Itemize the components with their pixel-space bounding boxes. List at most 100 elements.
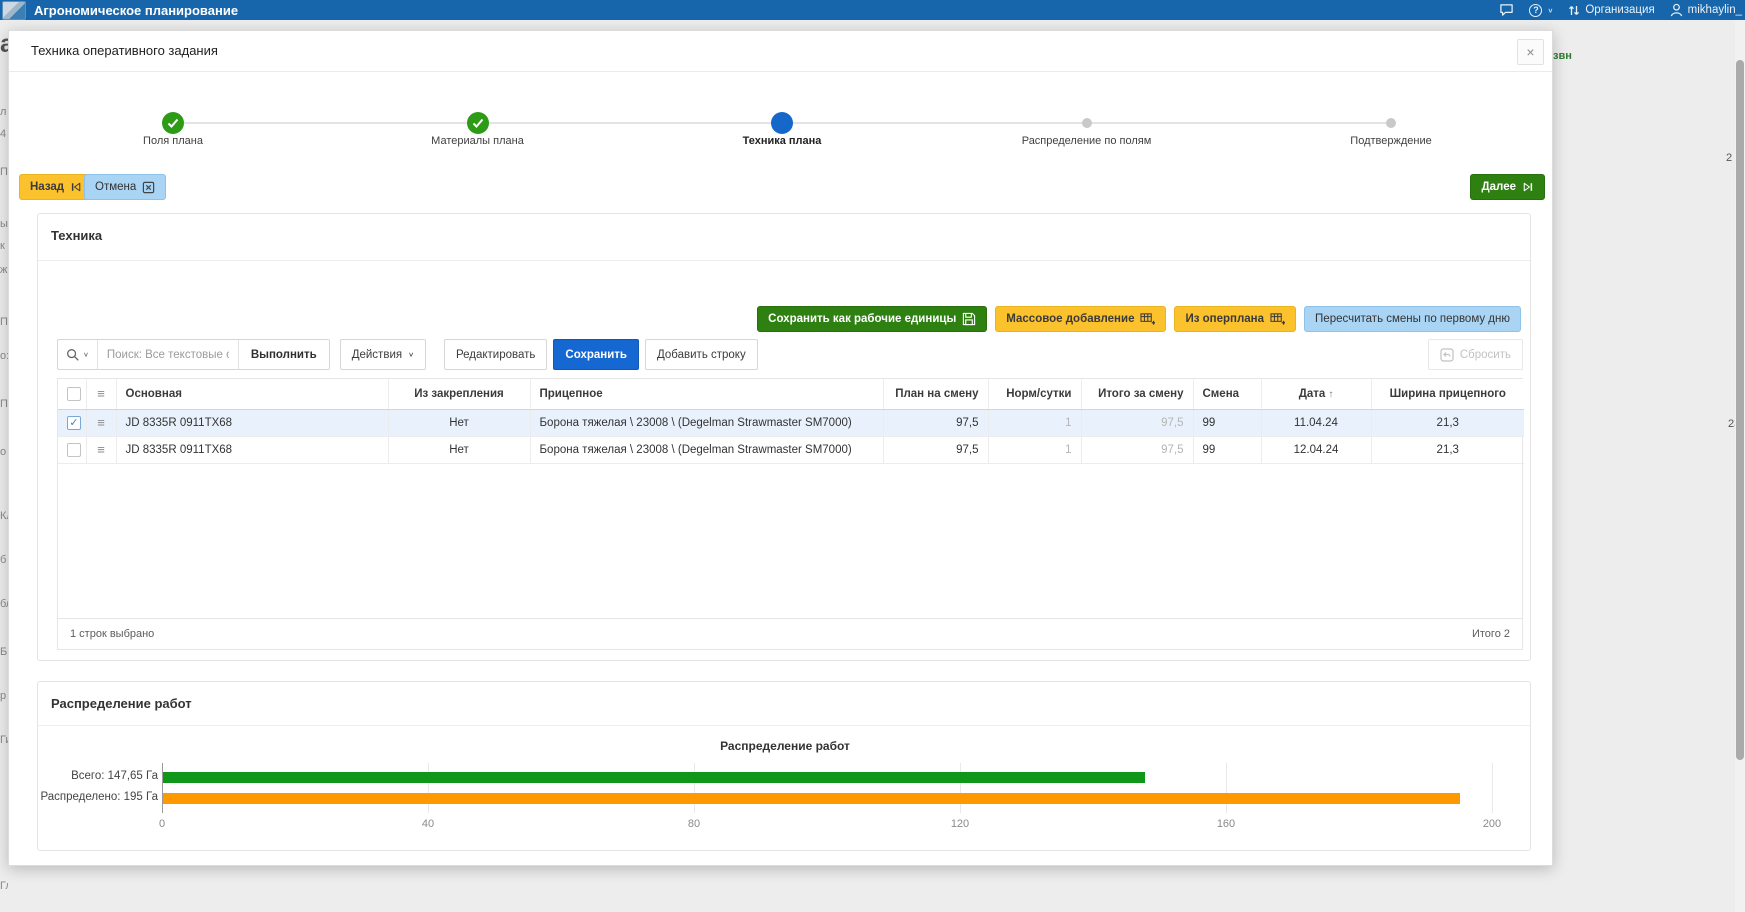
cell-from_assignment[interactable]: Нет <box>388 436 530 463</box>
select-all-header[interactable] <box>58 379 86 409</box>
background-text-fragment: Пе <box>0 316 8 328</box>
chart-gridline <box>1492 763 1493 813</box>
close-icon[interactable]: × <box>1517 39 1544 65</box>
action-label: Из оперплана <box>1185 313 1264 325</box>
cancel-button[interactable]: Отмена <box>84 174 166 200</box>
app-title: Агрономическое планирование <box>34 3 238 18</box>
run-search-button[interactable]: Выполнить <box>238 340 329 369</box>
column-header-3[interactable]: Прицепное <box>530 379 883 409</box>
cell-date[interactable]: 11.04.24 <box>1261 409 1371 436</box>
background-text-fragment: а <box>0 30 8 59</box>
column-header-2[interactable]: Из закрепления <box>388 379 530 409</box>
background-text-fragment: Пе <box>0 398 8 410</box>
scrollbar-thumb[interactable] <box>1736 60 1744 760</box>
page-scrollbar[interactable] <box>1735 20 1745 912</box>
cell-total_per_shift: 97,5 <box>1081 409 1193 436</box>
hamburger-icon: ≡ <box>97 442 105 457</box>
step-done-check-icon <box>467 112 489 134</box>
help-icon: ? <box>1529 4 1542 17</box>
actions-menu-button[interactable]: Действия ∨ <box>340 339 426 370</box>
chat-icon[interactable] <box>1499 3 1514 17</box>
edit-button[interactable]: Редактировать <box>444 339 547 370</box>
column-header-8[interactable]: Дата↑ <box>1261 379 1371 409</box>
grid-save-button[interactable]: Сохранить <box>553 339 639 370</box>
user-menu[interactable]: mikhaylin_ <box>1670 3 1742 17</box>
chart-title: Распределение работ <box>38 739 1532 753</box>
cell-trailer_width[interactable]: 21,3 <box>1371 436 1524 463</box>
hamburger-icon: ≡ <box>97 415 105 430</box>
actions-label: Действия <box>352 349 402 361</box>
add-row-button[interactable]: Добавить строку <box>645 339 758 370</box>
column-header-9[interactable]: Ширина прицепного <box>1371 379 1524 409</box>
action-label: Массовое добавление <box>1006 313 1134 325</box>
save-as-work-units-button[interactable]: Сохранить как рабочие единицы <box>757 306 987 332</box>
tech-actions: Сохранить как рабочие единицы Массовое до… <box>757 306 1521 332</box>
column-header-5[interactable]: Норм/сутки <box>988 379 1081 409</box>
back-button[interactable]: Назад <box>19 174 93 200</box>
recalc-shifts-button[interactable]: Пересчитать смены по первому дню <box>1304 306 1521 332</box>
add-row-label: Добавить строку <box>657 349 746 361</box>
background-text-fragment: ж <box>0 264 8 276</box>
cell-plan_per_shift[interactable]: 97,5 <box>883 436 988 463</box>
search-icon <box>66 348 80 362</box>
app-topbar: Агрономическое планирование ? ∨ Организа… <box>0 0 1745 20</box>
next-button[interactable]: Далее <box>1470 174 1545 200</box>
cell-trailer[interactable]: Борона тяжелая \ 23008 \ (Degelman Straw… <box>530 436 883 463</box>
back-label: Назад <box>30 181 64 193</box>
chart-bar <box>163 772 1145 783</box>
wizard-step-label: Техника плана <box>672 135 892 147</box>
cell-trailer_width[interactable]: 21,3 <box>1371 409 1524 436</box>
x-tick-label: 120 <box>940 818 980 830</box>
cell-main[interactable]: JD 8335R 0911TX68 <box>116 409 388 436</box>
chart-gridline <box>428 763 429 813</box>
column-header-6[interactable]: Итого за смену <box>1081 379 1193 409</box>
hamburger-icon: ≡ <box>97 386 105 401</box>
cell-date[interactable]: 12.04.24 <box>1261 436 1371 463</box>
chevron-down-icon: ∨ <box>83 351 89 358</box>
table-row: ≡ JD 8335R 0911TX68НетБорона тяжелая \ 23… <box>58 436 1524 463</box>
x-tick-label: 200 <box>1472 818 1512 830</box>
column-header-7[interactable]: Смена <box>1193 379 1261 409</box>
help-menu[interactable]: ? ∨ <box>1529 4 1553 17</box>
organization-switcher[interactable]: Организация <box>1568 4 1654 17</box>
row-checkbox[interactable]: ✓ <box>67 416 81 430</box>
cell-trailer[interactable]: Борона тяжелая \ 23008 \ (Degelman Straw… <box>530 409 883 436</box>
user-icon <box>1670 3 1683 17</box>
tech-section-title: Техника <box>51 228 102 243</box>
wizard-step-label: Поля плана <box>63 135 283 147</box>
search-scope-button[interactable]: ∨ <box>58 340 98 369</box>
background-text-fragment: П <box>0 166 8 178</box>
reset-button[interactable]: Сбросить <box>1428 339 1523 370</box>
row-select-cell[interactable]: ✓ <box>58 409 86 436</box>
table-add-icon <box>1140 312 1155 326</box>
table-header-row: ≡ ОсновнаяИз закрепленияПрицепноеПлан на … <box>58 379 1524 409</box>
cell-shift[interactable]: 99 <box>1193 436 1261 463</box>
modal-tech-task: Техника оперативного задания × Поля план… <box>8 30 1553 866</box>
wizard-step-label: Подтверждение <box>1281 135 1501 147</box>
topbar-right: ? ∨ Организация mikhaylin_ <box>1499 3 1745 17</box>
cell-main[interactable]: JD 8335R 0911TX68 <box>116 436 388 463</box>
boxed-x-icon <box>142 181 155 194</box>
cell-plan_per_shift[interactable]: 97,5 <box>883 409 988 436</box>
row-drag-handle[interactable]: ≡ <box>86 409 116 436</box>
cell-from_assignment[interactable]: Нет <box>388 409 530 436</box>
grid-toolbar: ∨ Выполнить Действия ∨ Редактировать Сох… <box>57 339 1523 370</box>
column-header-4[interactable]: План на смену <box>883 379 988 409</box>
selection-count: 1 строк выбрано <box>70 628 154 640</box>
background-text-fragment: 2 <box>1726 152 1732 164</box>
tech-section: Техника Сохранить как рабочие единицы Мас… <box>37 213 1531 661</box>
bar-label: Всего: 147,65 Га <box>38 770 158 782</box>
next-label: Далее <box>1481 181 1516 193</box>
row-drag-handle[interactable]: ≡ <box>86 436 116 463</box>
row-checkbox[interactable] <box>67 443 81 457</box>
from-operplan-button[interactable]: Из оперплана <box>1174 306 1296 332</box>
grid-footer: 1 строк выбрано Итого 2 <box>58 618 1522 649</box>
mass-add-button[interactable]: Массовое добавление <box>995 306 1166 332</box>
column-header-1[interactable]: Основная <box>116 379 388 409</box>
cell-shift[interactable]: 99 <box>1193 409 1261 436</box>
select-all-checkbox[interactable] <box>67 387 81 401</box>
search-group: ∨ Выполнить <box>57 339 330 370</box>
search-input[interactable] <box>98 340 238 369</box>
row-select-cell[interactable] <box>58 436 86 463</box>
grid-empty-area <box>58 464 1522 619</box>
